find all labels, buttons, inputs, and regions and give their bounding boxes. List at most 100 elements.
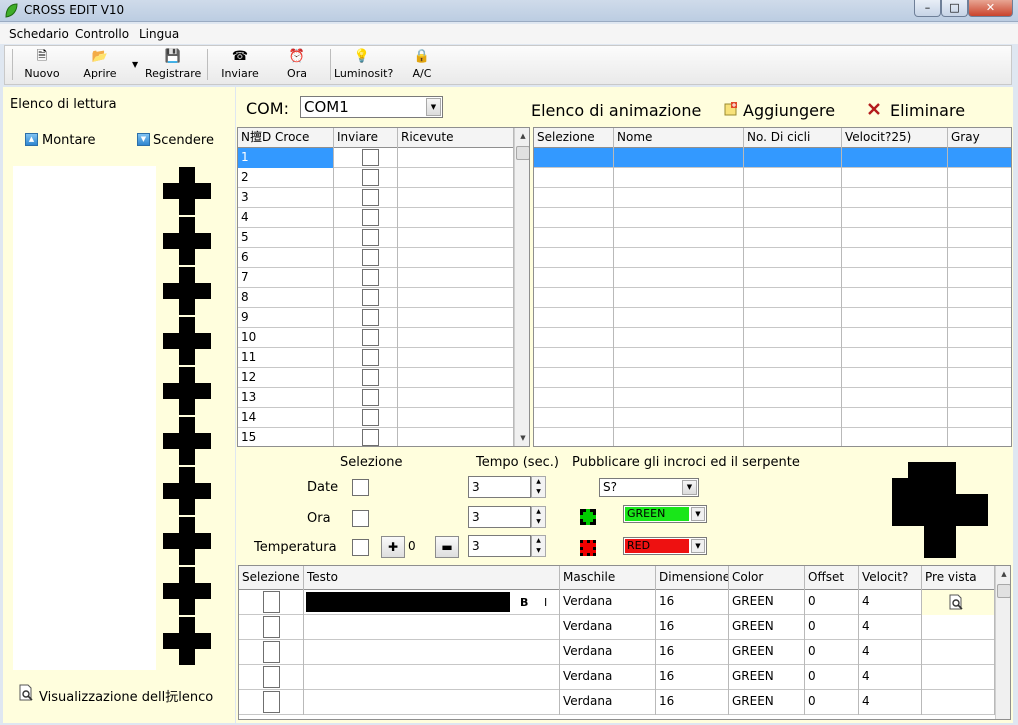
send-cell[interactable] — [334, 288, 398, 308]
table-cell[interactable] — [948, 268, 1011, 288]
table-row[interactable]: Verdana 16 GREEN 0 4 — [239, 640, 995, 665]
table-row[interactable] — [534, 388, 1011, 408]
cross-id-cell[interactable]: 9 — [238, 308, 334, 328]
table-cell[interactable] — [842, 268, 948, 288]
table-row[interactable]: B I Verdana 16 GREEN 0 4 — [239, 590, 995, 615]
column-header-cycles[interactable]: No. Di cicli — [744, 128, 842, 148]
cross-id-cell[interactable]: 10 — [238, 328, 334, 348]
table-cell[interactable] — [534, 348, 614, 368]
table-cell[interactable] — [948, 188, 1011, 208]
add-button[interactable]: Aggiungere — [743, 101, 835, 120]
table-cell[interactable] — [842, 248, 948, 268]
table-row[interactable]: 9 — [238, 308, 514, 328]
table-cell[interactable] — [534, 148, 614, 168]
table-cell[interactable] — [614, 388, 744, 408]
send-checkbox[interactable] — [362, 149, 379, 166]
table-cell[interactable] — [948, 168, 1011, 188]
send-checkbox[interactable] — [362, 229, 379, 246]
table-cell[interactable] — [534, 408, 614, 428]
table-cell[interactable] — [744, 428, 842, 446]
text-table-scrollbar[interactable]: ▲ — [995, 566, 1010, 719]
text-input[interactable] — [306, 592, 510, 612]
table-cell[interactable] — [744, 288, 842, 308]
table-cell[interactable] — [948, 328, 1011, 348]
table-row[interactable] — [534, 148, 1011, 168]
table-row[interactable] — [534, 248, 1011, 268]
send-checkbox[interactable] — [362, 309, 379, 326]
date-time-spinner[interactable]: ▲ ▼ — [531, 476, 546, 498]
send-cell[interactable] — [334, 248, 398, 268]
table-cell[interactable] — [614, 328, 744, 348]
table-cell[interactable] — [614, 248, 744, 268]
table-row[interactable] — [534, 368, 1011, 388]
cross-id-cell[interactable]: 13 — [238, 388, 334, 408]
preview-cell[interactable] — [922, 665, 995, 690]
size-cell[interactable]: 16 — [656, 690, 729, 715]
table-cell[interactable] — [948, 288, 1011, 308]
cross-id-cell[interactable]: 8 — [238, 288, 334, 308]
table-cell[interactable] — [948, 248, 1011, 268]
table-cell[interactable] — [744, 388, 842, 408]
table-row[interactable] — [534, 188, 1011, 208]
table-cell[interactable] — [744, 208, 842, 228]
preview-icon[interactable] — [948, 594, 964, 610]
green-color-select[interactable]: GREEN ▼ — [623, 505, 707, 523]
date-time-input[interactable]: 3 — [468, 476, 531, 498]
send-checkbox[interactable] — [362, 209, 379, 226]
send-checkbox[interactable] — [362, 269, 379, 286]
column-header-selection[interactable]: Selezione — [534, 128, 614, 148]
speed-cell[interactable]: 4 — [859, 640, 922, 665]
preview-cell[interactable] — [922, 690, 995, 715]
cross-id-cell[interactable]: 12 — [238, 368, 334, 388]
column-header-received[interactable]: Ricevute — [398, 128, 514, 148]
table-cell[interactable] — [534, 248, 614, 268]
text-select-checkbox[interactable] — [263, 616, 280, 638]
column-header-speed[interactable]: Velocit? — [859, 566, 922, 590]
table-row[interactable]: 12 — [238, 368, 514, 388]
table-cell[interactable] — [744, 368, 842, 388]
close-button[interactable]: ✕ — [968, 0, 1013, 17]
table-cell[interactable] — [948, 148, 1011, 168]
table-cell[interactable] — [534, 308, 614, 328]
scroll-up-icon[interactable]: ▲ — [515, 128, 529, 144]
send-checkbox[interactable] — [362, 289, 379, 306]
size-cell[interactable]: 16 — [656, 640, 729, 665]
font-cell[interactable]: Verdana — [560, 690, 656, 715]
color-cell[interactable]: GREEN — [729, 640, 805, 665]
offset-cell[interactable]: 0 — [805, 640, 859, 665]
text-cell[interactable] — [304, 665, 560, 690]
table-cell[interactable] — [948, 308, 1011, 328]
table-cell[interactable] — [614, 148, 744, 168]
send-checkbox[interactable] — [362, 389, 379, 406]
cross-id-cell[interactable]: 15 — [238, 428, 334, 446]
scroll-up-icon[interactable]: ▲ — [996, 566, 1010, 582]
color-cell[interactable]: GREEN — [729, 665, 805, 690]
time-checkbox[interactable] — [352, 510, 369, 527]
column-header-selection[interactable]: Selezione — [239, 566, 304, 590]
table-row[interactable] — [534, 268, 1011, 288]
table-row[interactable] — [534, 228, 1011, 248]
open-dropdown-arrow-icon[interactable]: ▼ — [132, 60, 138, 69]
table-row[interactable] — [534, 428, 1011, 446]
table-row[interactable]: Verdana 16 GREEN 0 4 — [239, 615, 995, 640]
chevron-down-icon[interactable]: ▼ — [691, 539, 705, 553]
table-cell[interactable] — [614, 208, 744, 228]
color-cell[interactable]: GREEN — [729, 615, 805, 640]
table-cell[interactable] — [744, 188, 842, 208]
table-cell[interactable] — [614, 308, 744, 328]
table-cell[interactable] — [744, 248, 842, 268]
table-cell[interactable] — [744, 268, 842, 288]
table-cell[interactable] — [534, 168, 614, 188]
table-cell[interactable] — [842, 208, 948, 228]
add-icon[interactable] — [724, 102, 738, 116]
move-up-label[interactable]: Montare — [42, 133, 96, 148]
text-select-checkbox[interactable] — [263, 591, 280, 613]
column-header-size[interactable]: Dimensione — [656, 566, 729, 590]
table-cell[interactable] — [614, 228, 744, 248]
table-cell[interactable] — [534, 188, 614, 208]
plus-button[interactable]: ✚ — [381, 536, 405, 558]
temperature-offset-value[interactable]: 0 — [405, 536, 435, 558]
preview-cell[interactable] — [922, 590, 995, 615]
brightness-button[interactable]: 💡 Luminosit? — [334, 47, 393, 83]
time-button[interactable]: ⏰ Ora — [280, 47, 314, 83]
